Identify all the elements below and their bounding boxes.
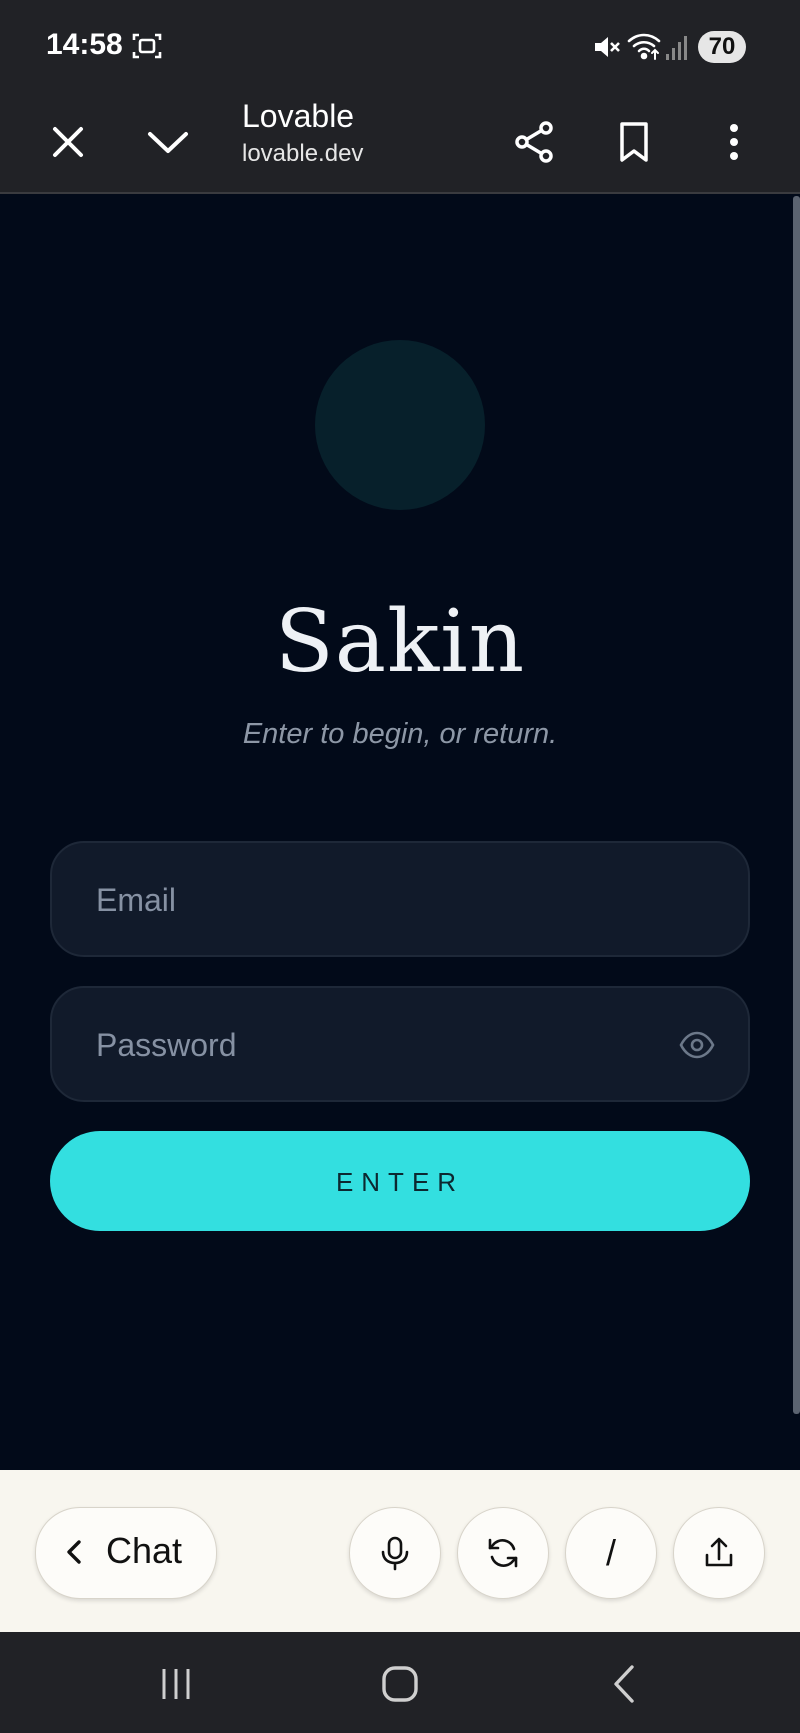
logo-circle xyxy=(315,340,485,510)
close-icon[interactable] xyxy=(40,114,96,170)
site-url: lovable.dev xyxy=(242,140,364,167)
more-vert-icon[interactable] xyxy=(706,114,762,170)
screenshot-icon xyxy=(132,33,162,59)
share-icon[interactable] xyxy=(506,114,562,170)
site-title: Lovable xyxy=(242,98,355,134)
status-time: 14:58 xyxy=(46,28,123,61)
system-navigation-bar xyxy=(0,1632,800,1733)
slash-command-button[interactable]: / xyxy=(565,1507,657,1599)
password-input[interactable] xyxy=(94,988,658,1102)
upload-button[interactable] xyxy=(673,1507,765,1599)
signal-icon xyxy=(666,36,687,60)
tagline: Enter to begin, or return. xyxy=(242,718,558,750)
password-field[interactable] xyxy=(50,986,750,1102)
battery-level: 70 xyxy=(698,31,746,63)
refresh-button[interactable] xyxy=(457,1507,549,1599)
mic-button[interactable] xyxy=(349,1507,441,1599)
chevron-left-icon xyxy=(67,1540,81,1564)
browser-toolbar: Lovable lovable.dev xyxy=(0,92,800,194)
chevron-down-icon[interactable] xyxy=(140,114,196,170)
refresh-icon xyxy=(488,1538,518,1568)
slash-label: / xyxy=(605,1532,616,1573)
email-field[interactable] xyxy=(50,841,750,957)
eye-icon[interactable] xyxy=(678,1026,716,1064)
app-title: Sakin xyxy=(274,592,526,692)
mute-icon xyxy=(595,37,620,57)
page-scrollbar[interactable] xyxy=(793,196,800,1414)
upload-icon xyxy=(705,1537,733,1567)
email-input[interactable] xyxy=(94,843,658,957)
bookmark-icon[interactable] xyxy=(606,114,662,170)
recent-apps-icon[interactable] xyxy=(154,1662,198,1706)
enter-button[interactable]: ENTER xyxy=(50,1131,750,1231)
status-bar: 14:58 70 xyxy=(0,0,800,92)
mic-icon xyxy=(381,1536,409,1571)
chat-label: Chat xyxy=(106,1530,183,1571)
wifi-icon xyxy=(627,33,661,60)
back-icon[interactable] xyxy=(604,1662,648,1706)
home-icon[interactable] xyxy=(378,1662,422,1706)
